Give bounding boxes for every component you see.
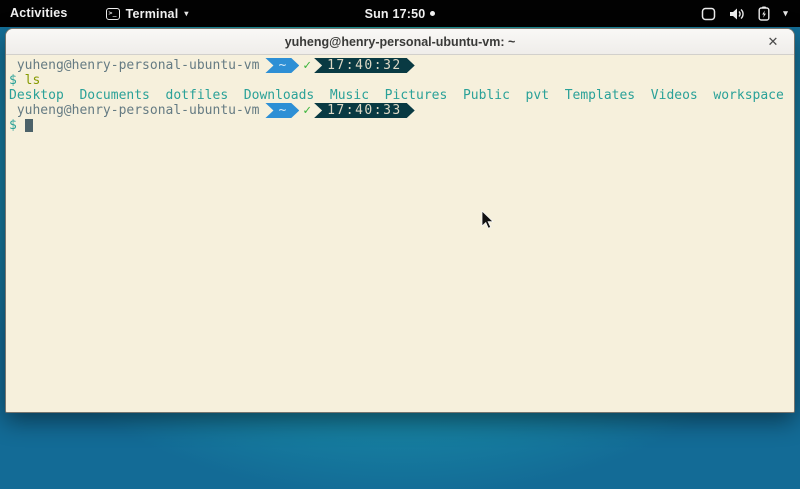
status-check-icon: ✓ — [303, 58, 311, 73]
terminal-cursor — [25, 119, 33, 132]
chevron-down-icon: ▾ — [783, 8, 788, 19]
terminal-window: yuheng@henry-personal-ubuntu-vm: ~ ✕ yuh… — [5, 28, 795, 413]
terminal-app-icon: >_ — [106, 8, 120, 20]
terminal-content[interactable]: yuheng@henry-personal-ubuntu-vm~✓17:40:3… — [6, 55, 794, 412]
app-menu-label: Terminal — [126, 7, 179, 21]
system-status-menu[interactable]: ▾ — [701, 0, 800, 27]
volume-icon — [729, 7, 745, 21]
terminal-line-output: Desktop Documents dotfiles Downloads Mus… — [9, 88, 792, 103]
prompt-symbol: $ — [9, 73, 17, 88]
typed-command: ls — [25, 73, 41, 88]
terminal-line-prompt: yuheng@henry-personal-ubuntu-vm ~ ✓17:40:3… — [9, 103, 792, 118]
terminal-line-command: $ ls — [9, 73, 792, 88]
prompt-time-segment: 17:40:32 — [314, 58, 415, 73]
chevron-down-icon: ▾ — [184, 9, 188, 18]
app-menu-button[interactable]: >_ Terminal ▾ — [106, 7, 189, 21]
terminal-line-cursor: $ — [9, 118, 792, 133]
window-titlebar[interactable]: yuheng@henry-personal-ubuntu-vm: ~ ✕ — [6, 29, 794, 55]
window-title: yuheng@henry-personal-ubuntu-vm: ~ — [6, 35, 794, 49]
prompt-cwd-segment: ~ — [265, 103, 299, 118]
ls-output-directories: Desktop Documents dotfiles Downloads Mus… — [9, 88, 784, 103]
activities-button[interactable]: Activities — [0, 0, 78, 27]
status-check-icon: ✓ — [303, 103, 311, 118]
prompt-cwd-segment: ~ — [265, 58, 299, 73]
prompt-symbol: $ — [9, 118, 17, 133]
desktop-background: Activities >_ Terminal ▾ Sun 17:50 — [0, 0, 800, 489]
battery-charging-icon — [758, 6, 770, 21]
close-button[interactable]: ✕ — [762, 29, 784, 55]
terminal-line-prompt: yuheng@henry-personal-ubuntu-vm ~ ✓17:40:3… — [9, 58, 792, 73]
prompt-time-segment: 17:40:33 — [314, 103, 415, 118]
mouse-pointer-icon — [481, 210, 495, 230]
clock-label: Sun 17:50 — [365, 7, 426, 21]
prompt-user-host: yuheng@henry-personal-ubuntu-vm — [9, 58, 259, 73]
wired-network-icon — [701, 7, 716, 21]
prompt-user-host: yuheng@henry-personal-ubuntu-vm — [9, 103, 259, 118]
notification-dot-icon — [430, 11, 435, 16]
top-bar: Activities >_ Terminal ▾ Sun 17:50 — [0, 0, 800, 27]
clock-button[interactable]: Sun 17:50 — [365, 7, 436, 21]
